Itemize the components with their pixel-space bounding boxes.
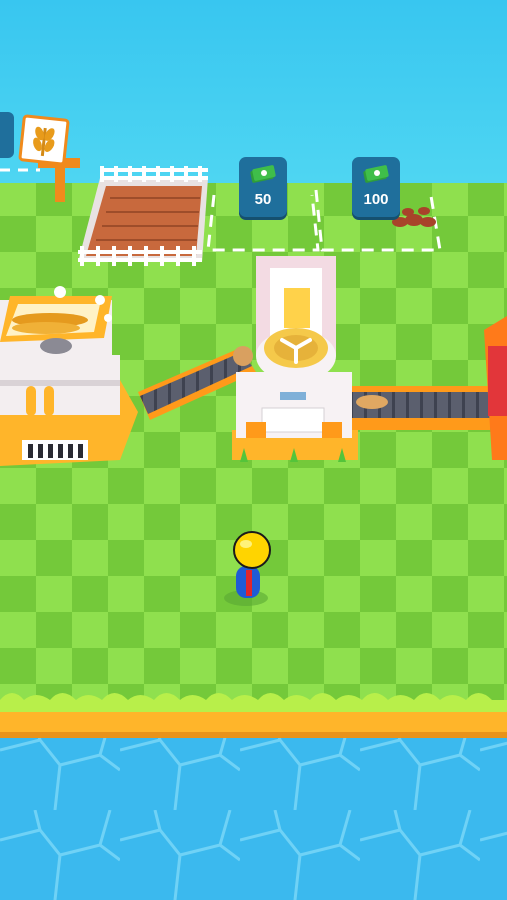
bottom-water	[0, 738, 507, 900]
conveyor-belt-right	[350, 386, 492, 430]
game-scene	[0, 0, 507, 900]
unlock-slot-1-price-badge[interactable]: 50	[239, 157, 287, 217]
unlock-slot-2-price-badge[interactable]: 100	[352, 157, 400, 217]
cash-icon	[363, 165, 389, 183]
mixer-icon	[264, 328, 328, 368]
oven-icon	[488, 346, 507, 416]
unlock-slot-1-price: 50	[254, 191, 272, 208]
unlock-slot-2-price: 100	[363, 191, 389, 208]
offscreen-price-badge[interactable]	[0, 112, 14, 158]
cash-icon	[250, 165, 276, 183]
